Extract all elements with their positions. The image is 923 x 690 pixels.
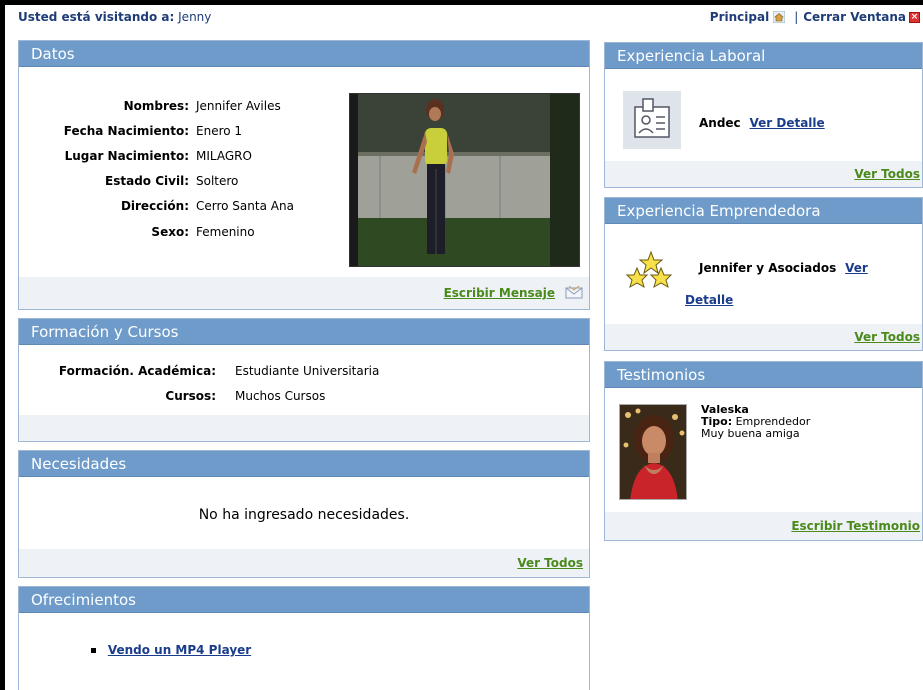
- datos-panel: Datos Nombres: Jennifer Aviles Fecha Nac…: [18, 40, 590, 310]
- experiencia-emprendedora-footer: Ver Todos: [605, 324, 922, 350]
- datos-footer: Escribir Mensaje: [19, 277, 589, 309]
- ofrecimientos-header: Ofrecimientos: [19, 587, 589, 613]
- field-label: Lugar Nacimiento:: [64, 149, 189, 163]
- visiting-label: Usted está visitando a:: [18, 10, 175, 24]
- window-frame-left: [0, 0, 5, 690]
- stars-icon: [625, 250, 673, 289]
- formacion-footer: [19, 415, 589, 441]
- necesidades-footer: Ver Todos: [19, 549, 589, 577]
- experiencia-emprendedora-header: Experiencia Emprendedora: [605, 198, 922, 224]
- testimonio-details: Valeska Tipo: Emprendedor Muy buena amig…: [701, 404, 810, 440]
- top-links: Principal | Cerrar Ventana ×: [710, 10, 920, 24]
- ofrecimiento-link[interactable]: Vendo un MP4 Player: [108, 643, 251, 657]
- field-label: Estado Civil:: [105, 174, 189, 188]
- principal-link[interactable]: Principal: [710, 10, 769, 24]
- laboral-view-all-link[interactable]: Ver Todos: [854, 167, 920, 181]
- testimonios-footer: Escribir Testimonio: [605, 512, 922, 540]
- academica-value: Estudiante Universitaria: [235, 364, 380, 378]
- experiencia-emprendedora-panel: Experiencia Emprendedora Jennifer y Asoc…: [604, 197, 923, 351]
- write-message-link[interactable]: Escribir Mensaje: [444, 286, 555, 300]
- field-value: Enero 1: [196, 124, 243, 138]
- formacion-panel: Formación y Cursos Formación. Académica:…: [18, 318, 590, 442]
- laboral-entry: Andec Ver Detalle: [699, 116, 825, 130]
- emprendedora-detail-link-continued[interactable]: Detalle: [685, 293, 733, 307]
- cursos-label: Cursos:: [165, 389, 216, 403]
- ofrecimientos-list: Vendo un MP4 Player: [91, 643, 251, 657]
- top-bar: Usted está visitando a: Jenny Principal …: [18, 8, 923, 28]
- field-label: Fecha Nacimiento:: [63, 124, 189, 138]
- necesidades-panel: Necesidades No ha ingresado necesidades.…: [18, 450, 590, 578]
- visiting-info: Usted está visitando a: Jenny: [18, 10, 211, 24]
- list-bullet: [91, 648, 96, 653]
- laboral-detail-link[interactable]: Ver Detalle: [750, 116, 825, 130]
- write-testimonial-link[interactable]: Escribir Testimonio: [791, 519, 920, 533]
- experiencia-laboral-panel: Experiencia Laboral Andec Ver Detalle Ve…: [604, 42, 923, 188]
- necesidades-view-all-link[interactable]: Ver Todos: [517, 556, 583, 570]
- field-value: MILAGRO: [196, 149, 252, 163]
- testimonio-comment: Muy buena amiga: [701, 427, 800, 440]
- datos-header: Datos: [19, 41, 589, 67]
- field-value: Soltero: [196, 174, 239, 188]
- field-label: Dirección:: [120, 199, 189, 213]
- experiencia-laboral-footer: Ver Todos: [605, 161, 922, 187]
- testimonio-avatar: [619, 404, 687, 500]
- testimonios-panel: Testimonios Valeska Tipo: Emprendedor Mu…: [604, 361, 923, 541]
- emprendedora-entry: Jennifer y Asociados Ver: [699, 261, 868, 275]
- necesidades-empty-text: No ha ingresado necesidades.: [198, 507, 410, 523]
- envelope-icon[interactable]: [565, 285, 583, 299]
- field-value: Femenino: [196, 225, 255, 239]
- field-label: Nombres:: [123, 99, 189, 113]
- laboral-company: Andec: [699, 116, 741, 130]
- experiencia-laboral-header: Experiencia Laboral: [605, 43, 922, 69]
- academica-label: Formación. Académica:: [58, 364, 216, 378]
- profile-photo: [349, 93, 580, 267]
- ofrecimientos-panel: Ofrecimientos Vendo un MP4 Player: [18, 586, 590, 690]
- link-separator: |: [794, 10, 799, 24]
- id-card-icon: [623, 91, 681, 149]
- visiting-name: Jenny: [178, 10, 212, 24]
- field-value: Jennifer Aviles: [196, 99, 281, 113]
- home-icon[interactable]: [773, 11, 786, 23]
- close-window-link[interactable]: Cerrar Ventana: [803, 10, 906, 24]
- emprendedora-view-all-link[interactable]: Ver Todos: [854, 330, 920, 344]
- formacion-header: Formación y Cursos: [19, 319, 589, 345]
- field-value: Cerro Santa Ana: [196, 199, 294, 213]
- field-label: Sexo:: [151, 225, 189, 239]
- emprendedora-company: Jennifer y Asociados: [699, 261, 837, 275]
- close-icon[interactable]: ×: [909, 11, 920, 23]
- window-frame-top: [0, 0, 923, 5]
- emprendedora-detail-link[interactable]: Ver: [845, 261, 868, 275]
- testimonios-header: Testimonios: [605, 362, 922, 388]
- necesidades-header: Necesidades: [19, 451, 589, 477]
- cursos-value: Muchos Cursos: [235, 389, 326, 403]
